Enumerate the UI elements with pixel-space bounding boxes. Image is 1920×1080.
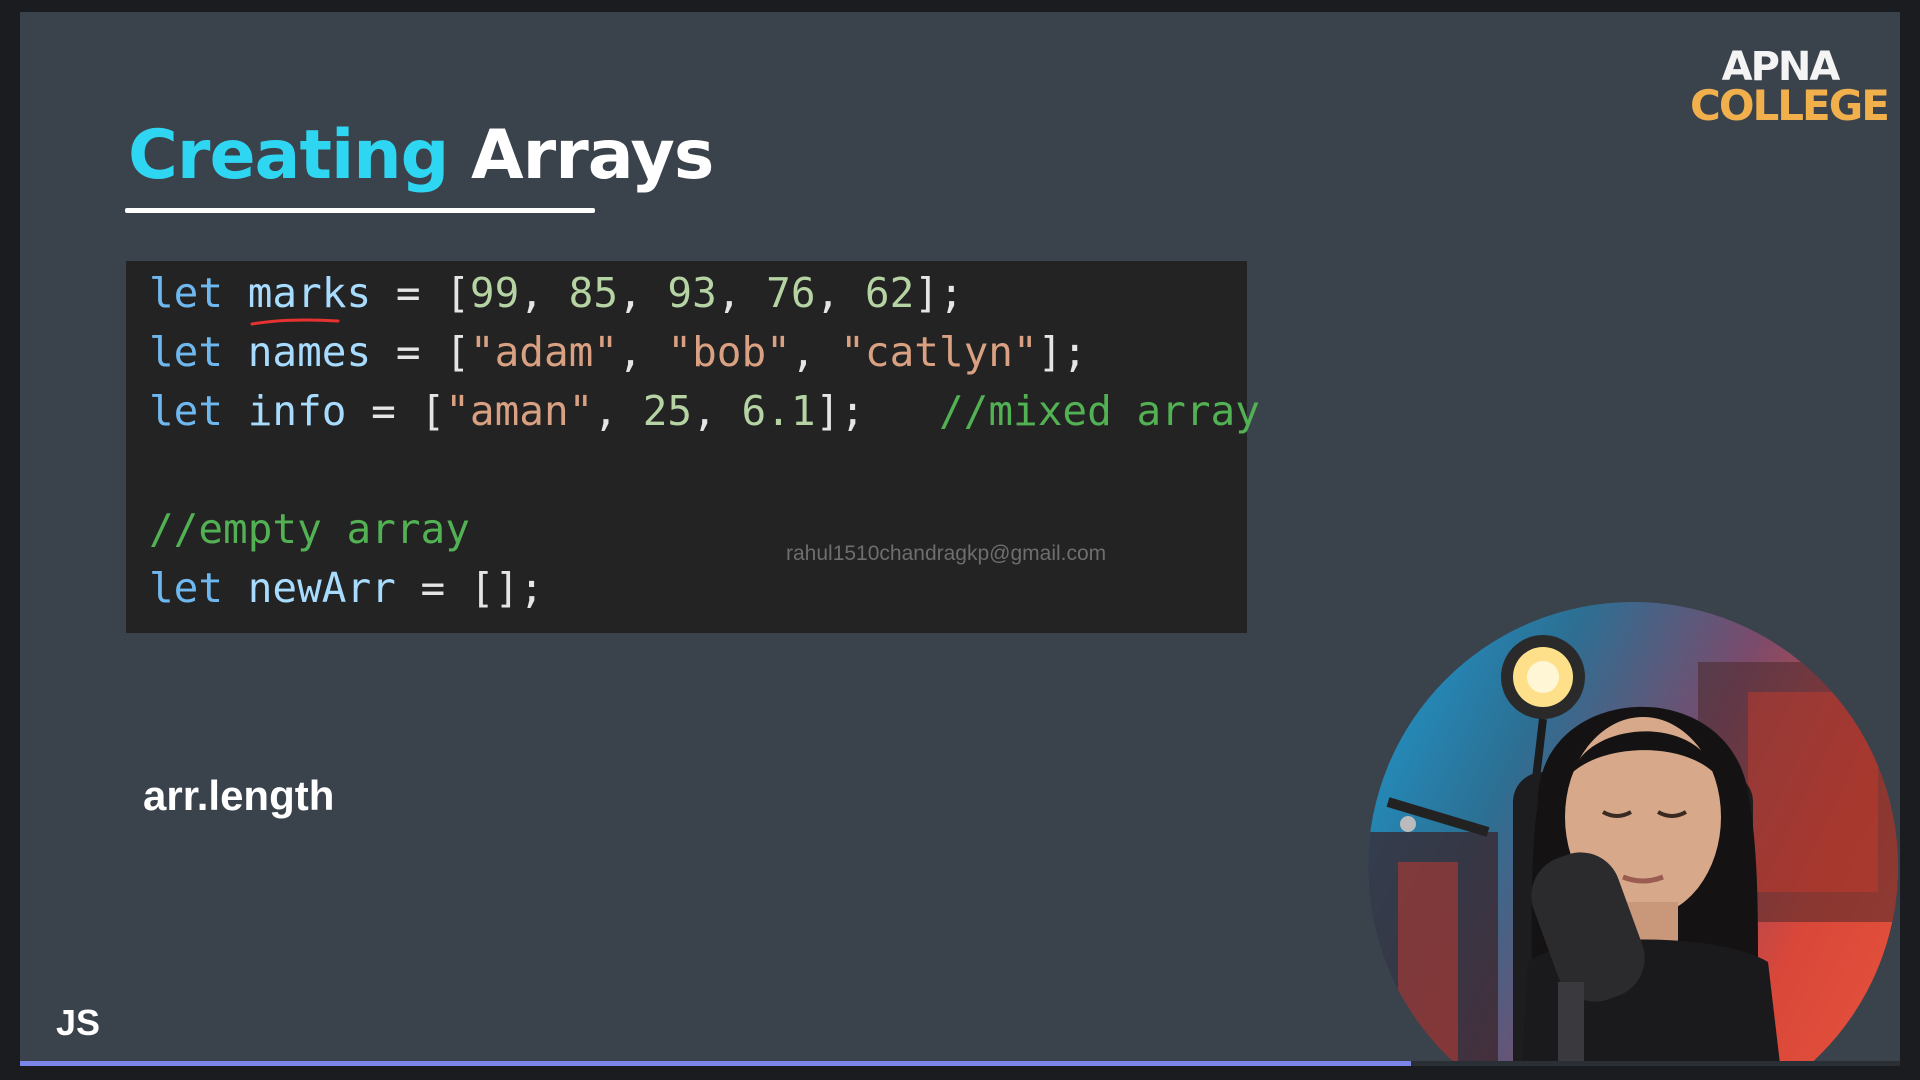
- presenter-illustration: [1368, 635, 1898, 1066]
- code-punct: ];: [914, 269, 964, 317]
- code-number: 93: [667, 269, 717, 317]
- code-block: let marks = [99, 85, 93, 76, 62]; let na…: [126, 261, 1260, 633]
- code-variable: info: [247, 387, 347, 435]
- presenter-webcam: [1368, 602, 1898, 1066]
- code-punct: = [: [346, 387, 446, 435]
- code-punct: ];: [1037, 328, 1088, 376]
- code-variable: marks: [247, 269, 372, 317]
- course-label: JS: [56, 1002, 101, 1043]
- code-punct: ];: [815, 387, 865, 435]
- code-comment: //empty array: [149, 505, 470, 553]
- code-string: "bob": [667, 328, 791, 376]
- apna-college-logo: APNA COLLEGE: [1690, 47, 1890, 130]
- video-progress-bar[interactable]: [20, 1061, 1900, 1066]
- code-punct: = [: [371, 328, 470, 376]
- video-progress-fill: [20, 1061, 1412, 1066]
- code-keyword: let: [149, 269, 224, 317]
- code-punct: = [: [371, 269, 470, 317]
- red-annotation-underline: [250, 318, 340, 326]
- code-line-newarr: let newArr = [];: [149, 568, 544, 609]
- code-string: "aman": [445, 387, 594, 435]
- code-string: "catlyn": [840, 328, 1038, 376]
- code-keyword: let: [149, 328, 224, 376]
- code-variable: newArr: [247, 564, 396, 612]
- code-string: "adam": [469, 328, 619, 376]
- email-watermark: rahul1510chandragkp@gmail.com: [786, 542, 1107, 565]
- code-line-info: let info = ["aman", 25, 6.1]; //mixed ar…: [149, 387, 1260, 435]
- slide-title: Creating Arrays: [128, 122, 714, 190]
- code-number: 25: [642, 387, 693, 435]
- code-keyword: let: [149, 387, 224, 435]
- code-comment: //mixed array: [938, 387, 1260, 435]
- code-number: 62: [864, 269, 915, 317]
- code-line-empty-comment: //empty array: [149, 509, 470, 550]
- code-punct: = [];: [395, 564, 544, 612]
- code-variable: names: [247, 328, 372, 376]
- slide-title-main: Arrays: [471, 116, 714, 195]
- code-line-names: let names = ["adam", "bob", "catlyn"];: [149, 328, 1088, 376]
- video-frame[interactable]: Creating Arrays APNA COLLEGE let marks =…: [20, 12, 1900, 1066]
- code-number: 6.1: [741, 387, 816, 435]
- logo-line-college: COLLEGE: [1690, 81, 1890, 130]
- code-number: 85: [568, 269, 619, 317]
- property-label: arr.length: [143, 772, 335, 819]
- code-number: 99: [469, 269, 520, 317]
- code-keyword: let: [149, 564, 224, 612]
- slide-title-accent: Creating: [128, 116, 449, 195]
- code-number: 76: [766, 269, 816, 317]
- title-underline: [125, 208, 595, 213]
- code-line-marks: let marks = [99, 85, 93, 76, 62];: [149, 269, 964, 317]
